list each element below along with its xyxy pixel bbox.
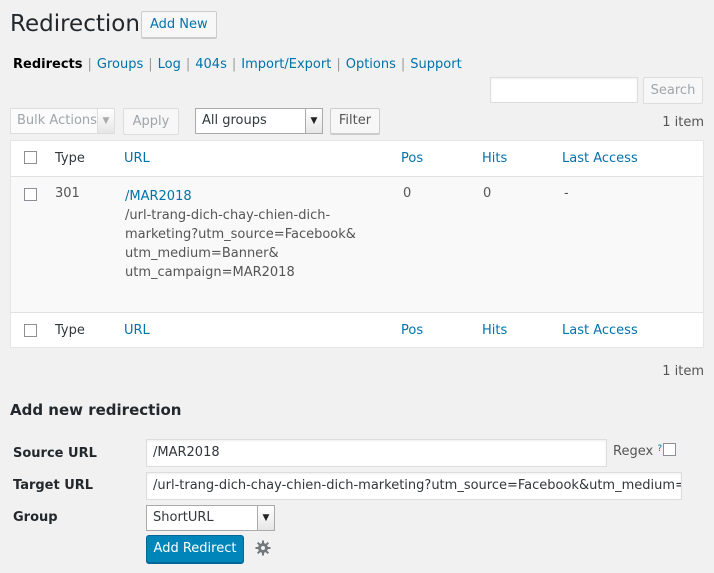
subnav-separator: |	[148, 57, 153, 72]
group-label: Group	[13, 510, 58, 525]
column-pos[interactable]: Pos	[401, 323, 423, 338]
subnav-separator: |	[336, 57, 341, 72]
column-type: Type	[55, 323, 85, 338]
row-url: /MAR2018 /url-trang-dich-chay-chien-dich…	[125, 187, 356, 282]
add-redirect-button[interactable]: Add Redirect	[146, 535, 244, 563]
regex-label: Regex ?	[613, 444, 662, 459]
row-target-line: /url-trang-dich-chay-chien-dich-	[125, 208, 331, 223]
row-target-line: utm_campaign=MAR2018	[125, 265, 295, 280]
target-url-label: Target URL	[13, 478, 94, 493]
table-footer: Type URL Pos Hits Last Access	[11, 312, 703, 348]
column-pos[interactable]: Pos	[401, 151, 423, 166]
chevron-down-icon: ▼	[305, 109, 322, 133]
subnav-separator: |	[400, 57, 406, 72]
subnav-item-options[interactable]: Options	[346, 57, 396, 72]
search-button[interactable]: Search	[643, 77, 703, 104]
page-title: Redirections	[10, 11, 152, 37]
search-input[interactable]	[490, 77, 638, 103]
chevron-down-icon: ▼	[97, 109, 114, 133]
bulk-actions-value: Bulk Actions	[17, 113, 97, 128]
subnav-item-support[interactable]: Support	[410, 57, 461, 72]
target-url-input[interactable]: /url-trang-dich-chay-chien-dich-marketin…	[146, 472, 682, 500]
group-filter-select[interactable]: All groups ▼	[195, 108, 323, 134]
table-row: 301 /MAR2018 /url-trang-dich-chay-chien-…	[11, 177, 703, 312]
regex-label-text: Regex	[613, 444, 654, 459]
group-select[interactable]: ShortURL ▼	[146, 505, 275, 531]
item-count: 1 item	[662, 115, 704, 130]
select-all-checkbox[interactable]	[24, 151, 37, 164]
regex-checkbox[interactable]	[663, 443, 676, 456]
item-count-bottom: 1 item	[662, 364, 704, 379]
column-type: Type	[55, 151, 85, 166]
add-redirection-title: Add new redirection	[10, 401, 182, 419]
add-new-button[interactable]: Add New	[141, 11, 217, 38]
column-last-access[interactable]: Last Access	[562, 151, 638, 166]
subnav-item-redirects[interactable]: Redirects	[13, 57, 82, 72]
group-select-value: ShortURL	[153, 510, 214, 525]
row-pos: 0	[403, 186, 412, 201]
row-target-line: utm_medium=Banner&	[125, 246, 279, 261]
column-url[interactable]: URL	[124, 323, 150, 338]
subnav-item-404s[interactable]: 404s	[195, 57, 227, 72]
select-all-checkbox-footer[interactable]	[24, 324, 37, 337]
chevron-down-icon: ▼	[257, 506, 274, 530]
apply-button[interactable]: Apply	[123, 108, 179, 135]
column-url[interactable]: URL	[124, 151, 150, 166]
subnav-separator: |	[231, 57, 237, 72]
bulk-actions-select[interactable]: Bulk Actions ▼	[10, 108, 115, 134]
column-last-access[interactable]: Last Access	[562, 323, 638, 338]
subnav: Redirects | Groups | Log | 404s | Import/Export |…	[13, 56, 462, 74]
column-hits[interactable]: Hits	[482, 323, 507, 338]
filter-button[interactable]: Filter	[330, 108, 380, 134]
row-source-url[interactable]: /MAR2018	[125, 187, 356, 206]
gear-icon[interactable]	[255, 540, 271, 556]
regex-help-link[interactable]: ?	[657, 444, 662, 454]
group-filter-value: All groups	[202, 113, 267, 128]
source-url-label: Source URL	[13, 446, 97, 461]
row-hits: 0	[483, 186, 492, 201]
row-type: 301	[55, 186, 80, 201]
subnav-item-groups[interactable]: Groups	[97, 57, 143, 72]
subnav-item-import-export[interactable]: Import/Export	[241, 57, 331, 72]
row-last-access: -	[564, 186, 569, 201]
table-header: Type URL Pos Hits Last Access	[11, 141, 703, 177]
subnav-item-log[interactable]: Log	[158, 57, 181, 72]
subnav-separator: |	[185, 57, 191, 72]
source-url-input[interactable]: /MAR2018	[146, 439, 607, 467]
redirects-table: Type URL Pos Hits Last Access 301 /MAR20…	[10, 140, 704, 348]
row-target-line: marketing?utm_source=Facebook&	[125, 227, 356, 242]
column-hits[interactable]: Hits	[482, 151, 507, 166]
subnav-separator: |	[87, 57, 92, 72]
row-checkbox[interactable]	[24, 188, 37, 201]
